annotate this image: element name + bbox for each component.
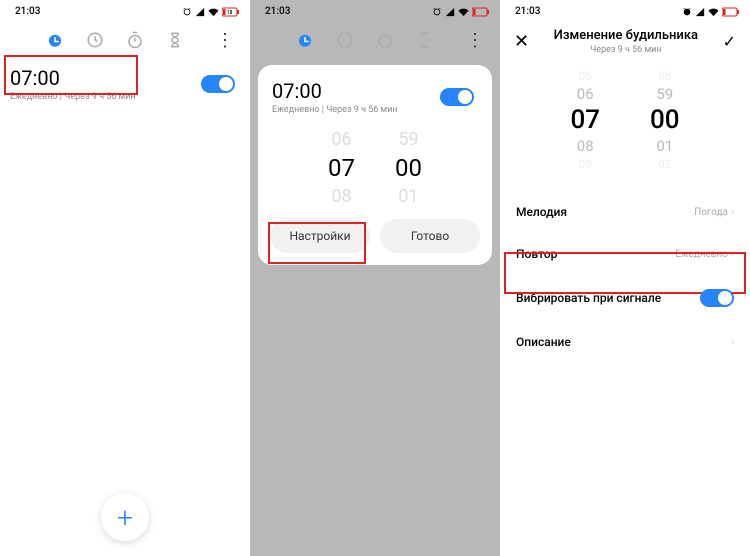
signal-icon — [195, 7, 205, 17]
battery-icon — [472, 7, 490, 17]
battery-icon — [722, 7, 740, 17]
chevron-right-icon: › — [731, 207, 734, 218]
status-icons — [432, 7, 490, 17]
wifi-icon — [708, 7, 719, 17]
alarm-toggle[interactable] — [201, 75, 235, 93]
setting-repeat[interactable]: Повтор Ежедневно› — [500, 233, 750, 275]
status-icons: 18 — [182, 7, 240, 17]
alarm-time: 07:00 — [272, 79, 398, 103]
status-bar: 21:03 — [500, 0, 750, 20]
status-bar: 21:03 18 — [0, 0, 250, 20]
setting-description[interactable]: Описание › — [500, 321, 750, 363]
hour-column[interactable]: 06 07 08 — [328, 129, 355, 207]
alarm-item[interactable]: 07:00 Ежедневно | Через 9 ч 56 мин — [0, 60, 250, 110]
close-icon[interactable]: ✕ — [514, 31, 529, 52]
done-button[interactable]: Готово — [380, 219, 480, 253]
page-title: Изменение будильника — [529, 28, 723, 43]
status-bar: 21:03 — [250, 0, 500, 20]
status-time: 21:03 — [265, 6, 290, 17]
tab-timer[interactable] — [415, 30, 435, 50]
setting-melody[interactable]: Мелодия Погода› — [500, 191, 750, 233]
page-subtitle: Через 9 ч 56 мин — [529, 45, 723, 55]
alarm-time: 07:00 — [10, 66, 136, 90]
menu-dots-icon[interactable]: ⋮ — [210, 30, 240, 51]
edit-header: ✕ Изменение будильника Через 9 ч 56 мин … — [500, 20, 750, 59]
tab-clock[interactable] — [335, 30, 355, 50]
svg-text:18: 18 — [227, 10, 233, 16]
menu-dots-icon[interactable]: ⋮ — [460, 30, 490, 51]
chevron-right-icon: › — [731, 337, 734, 348]
signal-icon — [445, 7, 455, 17]
alarm-toggle[interactable] — [440, 88, 474, 106]
wifi-icon — [208, 7, 219, 17]
add-alarm-button[interactable]: + — [101, 493, 149, 541]
alarm-subtitle: Ежедневно | Через 9 ч 56 мин — [10, 92, 136, 102]
settings-button[interactable]: Настройки — [270, 219, 370, 253]
tab-stopwatch[interactable] — [125, 30, 145, 50]
status-time: 21:03 — [515, 6, 540, 17]
tab-alarm[interactable] — [45, 30, 65, 50]
tab-alarm[interactable] — [295, 30, 315, 50]
alarm-edit-modal: 07:00 Ежедневно | Через 9 ч 56 мин 06 07… — [258, 65, 492, 265]
wifi-icon — [458, 7, 469, 17]
tab-timer[interactable] — [165, 30, 185, 50]
screen-alarm-settings: 21:03 ✕ Изменение будильника Через 9 ч 5… — [500, 0, 750, 556]
tab-clock[interactable] — [85, 30, 105, 50]
chevron-right-icon: › — [731, 249, 734, 260]
alarm-subtitle: Ежедневно | Через 9 ч 56 мин — [272, 105, 398, 115]
minute-column[interactable]: 59 00 01 — [395, 129, 422, 207]
vibrate-toggle[interactable] — [700, 289, 734, 307]
alarm-status-icon — [682, 7, 692, 17]
minute-column[interactable]: 58 59 00 01 02 — [650, 69, 680, 171]
alarm-item: 07:00 Ежедневно | Через 9 ч 56 мин — [270, 75, 480, 121]
hour-column[interactable]: 05 06 07 08 09 — [570, 69, 600, 171]
battery-icon: 18 — [222, 7, 240, 17]
confirm-icon[interactable]: ✓ — [723, 32, 736, 51]
time-picker[interactable]: 06 07 08 59 00 01 — [270, 121, 480, 219]
status-time: 21:03 — [15, 6, 40, 17]
time-picker[interactable]: 05 06 07 08 09 58 59 00 01 02 — [500, 59, 750, 191]
setting-vibrate: Вибрировать при сигнале — [500, 275, 750, 321]
alarm-status-icon — [182, 7, 192, 17]
tab-stopwatch[interactable] — [375, 30, 395, 50]
screen-alarm-list: 21:03 18 ⋮ 07:00 Ежедневно | Через 9 ч 5… — [0, 0, 250, 556]
signal-icon — [695, 7, 705, 17]
tab-bar: ⋮ — [0, 20, 250, 60]
alarm-status-icon — [432, 7, 442, 17]
status-icons — [682, 7, 740, 17]
tab-bar: ⋮ — [250, 20, 500, 60]
screen-alarm-edit-modal: 21:03 ⋮ 07:00 Ежедневно | Через 9 ч — [250, 0, 500, 556]
